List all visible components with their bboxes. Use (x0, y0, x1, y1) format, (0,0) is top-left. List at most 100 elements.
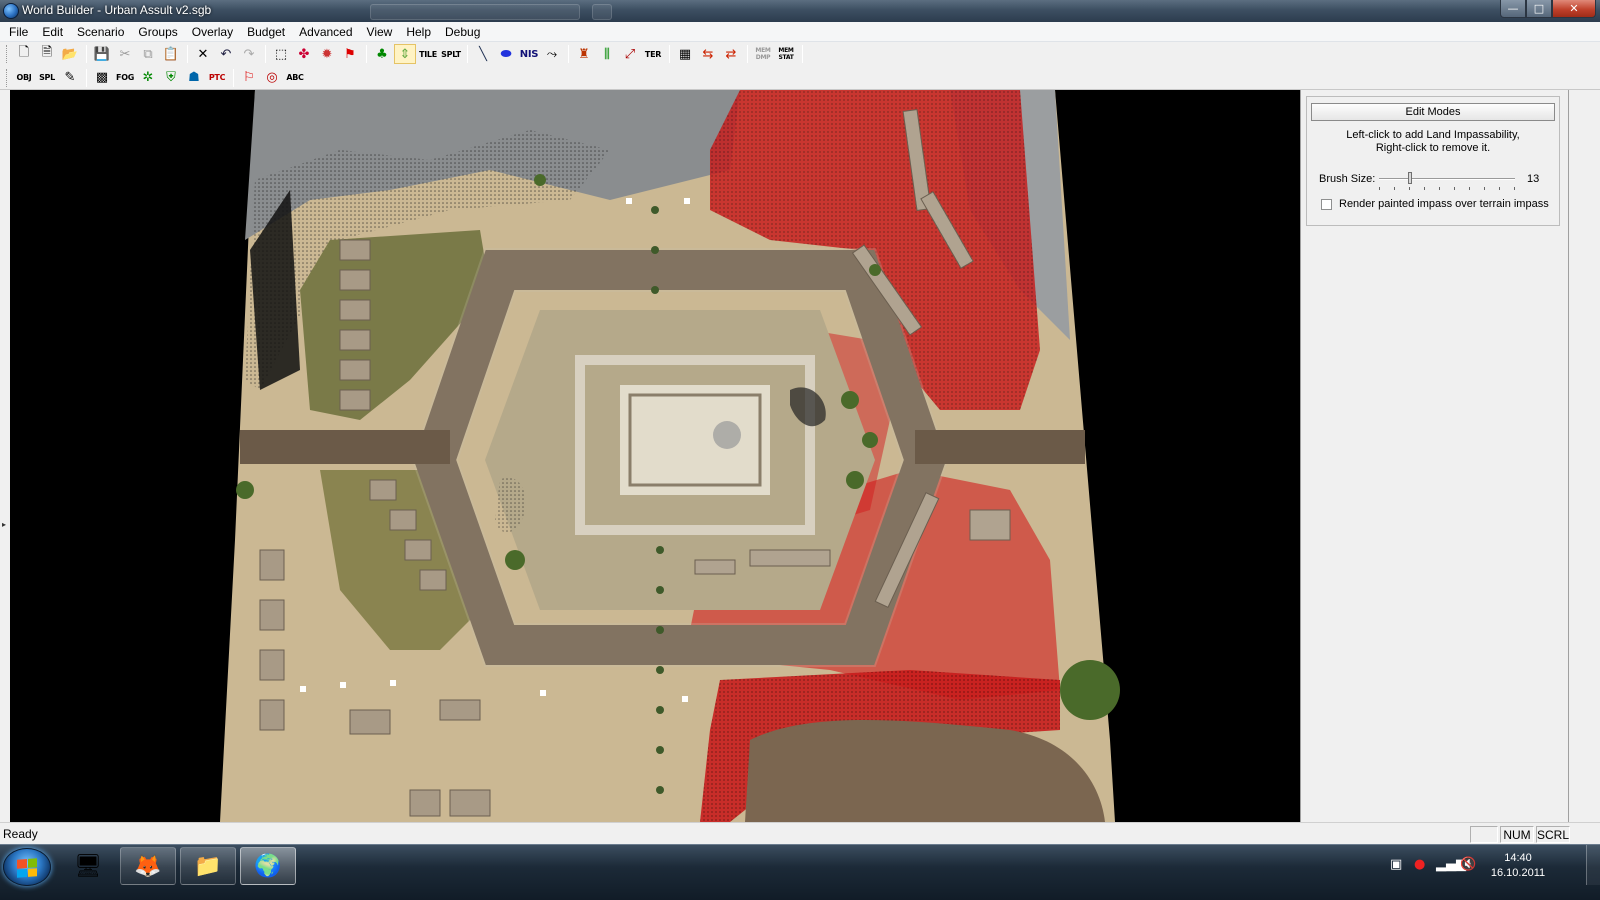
toolbar-separator (669, 45, 670, 63)
copy-icon[interactable]: ⧉ (137, 44, 159, 64)
split-mode-button[interactable]: SPLT (440, 44, 462, 64)
objects-icon[interactable]: ✹ (316, 44, 338, 64)
menu-edit[interactable]: Edit (35, 22, 70, 42)
grid-icon[interactable]: ▦ (674, 44, 696, 64)
background-window-tab (370, 4, 580, 20)
team-icon[interactable]: ☗ (183, 68, 205, 88)
units-icon[interactable]: ✤ (293, 44, 315, 64)
taskbar-firefox-icon[interactable]: 🦊 (120, 847, 176, 885)
toolbar-separator (187, 45, 188, 63)
slider-tick (1394, 187, 1395, 190)
checker-icon[interactable]: ▩ (91, 68, 113, 88)
cut-icon[interactable]: ✂ (114, 44, 136, 64)
menu-overlay[interactable]: Overlay (185, 22, 240, 42)
expand-arrow-icon[interactable]: ▸ (2, 520, 6, 529)
toolbar-separator (265, 45, 266, 63)
link-icon[interactable]: ⤢ (619, 44, 641, 64)
taskbar-worldbuilder-icon[interactable]: 🌍 (240, 847, 296, 885)
right-panel-strip (1568, 90, 1600, 822)
maximize-button[interactable]: □ (1526, 0, 1552, 18)
toolbar-grip[interactable] (6, 68, 9, 87)
paste-icon[interactable]: 📋 (160, 44, 182, 64)
toolbar-separator (233, 68, 234, 87)
edit-modes-button[interactable]: Edit Modes (1311, 103, 1555, 121)
taskbar-rdp-icon[interactable]: 🖥 (60, 847, 116, 885)
menu-budget[interactable]: Budget (240, 22, 292, 42)
tray-antivirus-icon[interactable]: ● (1414, 857, 1425, 872)
mem-dump-button[interactable]: MEM DMP (752, 44, 774, 64)
delete-icon[interactable]: ✕ (192, 44, 214, 64)
title-bar: World Builder - Urban Assult v2.sgb — □ … (0, 0, 1600, 22)
menu-scenario[interactable]: Scenario (70, 22, 131, 42)
obj-overlay-button[interactable]: OBJ (13, 68, 35, 88)
plaza-center (713, 421, 741, 449)
shield-icon[interactable]: ⛨ (160, 68, 182, 88)
windows-logo-icon (17, 858, 37, 878)
open-folder-icon[interactable]: 📂 (59, 44, 81, 64)
redo-icon[interactable]: ↷ (238, 44, 260, 64)
slider-thumb[interactable] (1408, 172, 1412, 184)
slider-track (1379, 178, 1515, 180)
minimize-button[interactable]: — (1500, 0, 1526, 18)
window-controls: — □ ✕ (1500, 0, 1596, 18)
slider-tick (1439, 187, 1440, 190)
edit-modes-group: Edit Modes Left-click to add Land Impass… (1306, 96, 1560, 226)
render-impass-checkbox[interactable] (1321, 199, 1332, 210)
particle-icon[interactable]: ✲ (137, 68, 159, 88)
menu-debug[interactable]: Debug (438, 22, 487, 42)
terrain-button[interactable]: TER (642, 44, 664, 64)
flag-icon[interactable]: ⚑ (339, 44, 361, 64)
nis-button[interactable]: NIS (518, 44, 540, 64)
left-collapse-strip[interactable]: ▸ (0, 90, 10, 822)
waypoint-flag-icon[interactable]: ⚐ (238, 68, 260, 88)
menu-advanced[interactable]: Advanced (292, 22, 359, 42)
tray-clock[interactable]: 14:40 16.10.2011 (1474, 851, 1562, 881)
move-right-icon[interactable]: ⇄ (720, 44, 742, 64)
taskbar-explorer-icon[interactable]: 📁 (180, 847, 236, 885)
select-region-icon[interactable]: ⬚ (270, 44, 292, 64)
brush-size-label: Brush Size: (1319, 173, 1376, 185)
mem-stat-button[interactable]: MEM STAT (775, 44, 797, 64)
building-icon[interactable]: ♜ (573, 44, 595, 64)
tree-icon[interactable]: ♣ (371, 44, 393, 64)
menu-groups[interactable]: Groups (131, 22, 184, 42)
menu-file[interactable]: File (2, 22, 35, 42)
background-window-close (592, 4, 612, 20)
status-text: Ready (3, 827, 38, 841)
magic-icon[interactable]: ✎ (59, 68, 81, 88)
ptc-overlay-button[interactable]: PTC (206, 68, 228, 88)
render-impass-label[interactable]: Render painted impass over terrain impas… (1339, 198, 1549, 210)
show-desktop-button[interactable] (1586, 845, 1600, 885)
abc-overlay-button[interactable]: ABC (284, 68, 306, 88)
instruction-line-2: Right-click to remove it. (1375, 142, 1491, 154)
close-button[interactable]: ✕ (1552, 0, 1596, 18)
save-icon[interactable]: 💾 (91, 44, 113, 64)
brush-size-slider[interactable] (1379, 171, 1515, 191)
height-icon[interactable]: ⫼ (596, 44, 618, 64)
new-file-icon[interactable]: 🗋 (13, 44, 35, 64)
move-left-icon[interactable]: ⇆ (697, 44, 719, 64)
impass-mode-icon[interactable]: ⇕ (394, 44, 416, 64)
tile-mode-button[interactable]: TILE (417, 44, 439, 64)
road-icon[interactable]: ╲ (472, 44, 494, 64)
toolbar-grip[interactable] (6, 45, 9, 63)
status-bar: Ready NUM SCRL (0, 822, 1600, 844)
slider-tick (1409, 187, 1410, 190)
new-document-icon[interactable]: 🗎 (36, 44, 58, 64)
terrain-map[interactable] (10, 90, 1300, 822)
toolbar-separator (86, 45, 87, 63)
toolbar-separator (467, 45, 468, 63)
menu-help[interactable]: Help (399, 22, 438, 42)
start-button[interactable] (3, 848, 51, 886)
spl-overlay-button[interactable]: SPL (36, 68, 58, 88)
undo-icon[interactable]: ↶ (215, 44, 237, 64)
menu-view[interactable]: View (360, 22, 400, 42)
path-icon[interactable]: ⤳ (541, 44, 563, 64)
menu-bar: File Edit Scenario Groups Overlay Budget… (0, 22, 1600, 42)
map-viewport[interactable] (10, 90, 1300, 822)
fog-overlay-button[interactable]: FOG (114, 68, 136, 88)
target-icon[interactable]: ◎ (261, 68, 283, 88)
tray-device-icon[interactable]: ▣ (1390, 857, 1402, 872)
windows-taskbar: 🖥 🦊 📁 🌍 ▣ ● ▂▄▆ 🔇 14:40 16.10.2011 (0, 844, 1600, 900)
water-icon[interactable]: ⬬ (495, 44, 517, 64)
